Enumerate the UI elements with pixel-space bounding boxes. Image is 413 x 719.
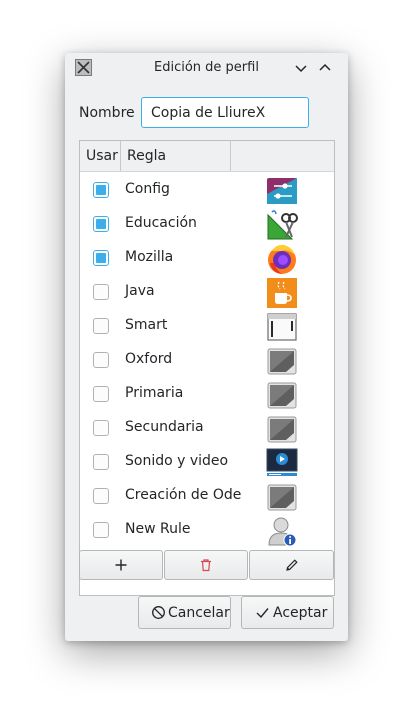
- use-rule-checkbox[interactable]: [93, 216, 109, 232]
- trash-icon: [201, 559, 211, 572]
- profile-edit-dialog: Edición de perfil Nombre Usar Regla Conf…: [65, 53, 348, 641]
- rule-row[interactable]: Primaria: [80, 377, 334, 411]
- rule-name: Oxford: [125, 351, 173, 367]
- use-rule-checkbox[interactable]: [93, 522, 109, 538]
- rule-row[interactable]: Smart: [80, 309, 334, 343]
- use-rule-checkbox[interactable]: [93, 420, 109, 436]
- use-rule-checkbox[interactable]: [93, 488, 109, 504]
- rule-name: New Rule: [125, 521, 191, 537]
- generic-app-icon: [267, 416, 297, 443]
- cancel-icon: [152, 606, 165, 619]
- chevron-up-icon: [319, 63, 331, 71]
- rule-row[interactable]: Creación de Ode: [80, 479, 334, 513]
- rule-row[interactable]: Educación: [80, 207, 334, 241]
- minimize-button[interactable]: [292, 59, 310, 77]
- generic-app-icon: [267, 484, 297, 511]
- use-rule-checkbox[interactable]: [93, 284, 109, 300]
- cancel-button[interactable]: Cancelar: [138, 596, 231, 629]
- column-header-use[interactable]: Usar: [86, 148, 118, 164]
- rule-name: Primaria: [125, 385, 184, 401]
- rule-row[interactable]: Secundaria: [80, 411, 334, 445]
- chevron-down-icon: [295, 65, 307, 73]
- rule-row[interactable]: New Rule: [80, 513, 334, 547]
- java-cup-icon: [267, 278, 297, 308]
- rule-name: Educación: [125, 215, 197, 231]
- rule-row[interactable]: Java: [80, 275, 334, 309]
- rule-row[interactable]: Oxford: [80, 343, 334, 377]
- accept-button[interactable]: Aceptar: [241, 596, 334, 629]
- rule-name: Mozilla: [125, 249, 174, 265]
- rule-name: Smart: [125, 317, 168, 333]
- smart-window-icon: [267, 313, 297, 341]
- rule-row[interactable]: Config: [80, 173, 334, 207]
- checkmark-icon: [256, 608, 269, 619]
- generic-app-icon: [267, 348, 297, 375]
- education-tools-icon: [267, 210, 298, 240]
- generic-app-icon: [267, 382, 297, 409]
- media-player-icon: [266, 448, 298, 476]
- settings-sliders-icon: [267, 178, 297, 204]
- maximize-button[interactable]: [316, 59, 334, 77]
- use-rule-checkbox[interactable]: [93, 250, 109, 266]
- use-rule-checkbox[interactable]: [93, 318, 109, 334]
- use-rule-checkbox[interactable]: [93, 182, 109, 198]
- use-rule-checkbox[interactable]: [93, 386, 109, 402]
- title-bar: Edición de perfil: [65, 53, 348, 83]
- rule-toolbar: [79, 550, 335, 580]
- add-rule-button[interactable]: [79, 550, 163, 580]
- name-input[interactable]: [141, 97, 309, 128]
- rule-row[interactable]: Sonido y video: [80, 445, 334, 479]
- edit-rule-button[interactable]: [249, 550, 334, 580]
- column-header-rule[interactable]: Regla: [127, 148, 166, 164]
- column-divider: [120, 141, 121, 171]
- accept-label: Aceptar: [273, 605, 328, 621]
- use-rule-checkbox[interactable]: [93, 352, 109, 368]
- rules-table: Usar Regla Config Educación Mozilla Java Sma…: [79, 140, 335, 596]
- plus-icon: [115, 559, 127, 571]
- table-header: Usar Regla: [80, 141, 334, 172]
- rule-name: Config: [125, 181, 170, 197]
- rule-row[interactable]: Mozilla: [80, 241, 334, 275]
- name-label: Nombre: [79, 105, 135, 121]
- cancel-label: Cancelar: [168, 605, 230, 621]
- use-rule-checkbox[interactable]: [93, 454, 109, 470]
- rule-name: Java: [125, 283, 155, 299]
- rule-name: Secundaria: [125, 419, 204, 435]
- column-divider: [230, 141, 231, 171]
- rule-name: Sonido y video: [125, 453, 229, 469]
- user-info-icon: [268, 517, 297, 547]
- rule-name: Creación de Ode: [125, 487, 242, 503]
- pencil-icon: [285, 559, 298, 571]
- firefox-icon: [268, 244, 296, 274]
- delete-rule-button[interactable]: [164, 550, 248, 580]
